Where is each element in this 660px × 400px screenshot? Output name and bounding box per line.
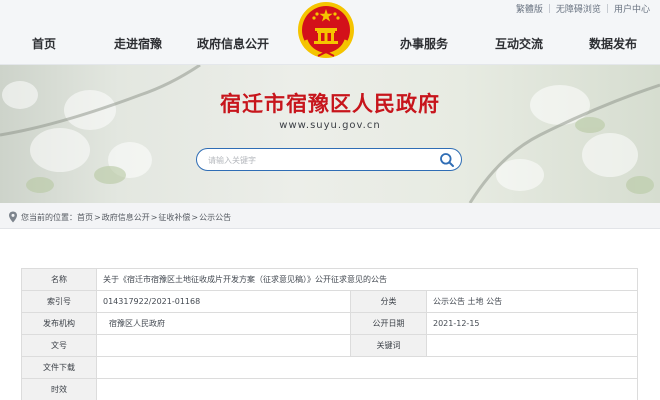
utility-links: 繁體版 | 无障碍浏览 | 用户中心	[516, 2, 650, 16]
document-info-table: 名称 关于《宿迁市宿豫区土地征收成片开发方案（征求意见稿）》公开征求意见的公告 …	[21, 268, 638, 400]
validity-value	[96, 378, 638, 400]
search-box	[196, 148, 462, 171]
separator: |	[605, 3, 609, 14]
national-emblem-icon[interactable]	[296, 0, 356, 60]
traditional-chinese-link[interactable]: 繁體版	[516, 2, 543, 15]
category-value: 公示公告 土地 公告	[426, 290, 638, 313]
breadcrumb-separator: >	[94, 212, 101, 222]
table-row: 发布机构 宿豫区人民政府 公开日期 2021-12-15	[21, 312, 638, 335]
nav-interaction[interactable]: 互动交流	[495, 35, 543, 52]
agency-value: 宿豫区人民政府	[96, 312, 351, 335]
agency-label: 发布机构	[21, 312, 97, 335]
breadcrumb: 您当前的位置： 首页 > 政府信息公开 > 征收补偿 > 公示公告	[8, 211, 231, 223]
breadcrumb-compensation[interactable]: 征收补偿	[158, 212, 190, 223]
table-row: 文件下载	[21, 356, 638, 379]
validity-label: 时效	[21, 378, 97, 400]
index-label: 索引号	[21, 290, 97, 313]
nav-data-release[interactable]: 数据发布	[589, 35, 637, 52]
date-label: 公开日期	[350, 312, 427, 335]
breadcrumb-announcement[interactable]: 公示公告	[199, 212, 231, 223]
name-value: 关于《宿迁市宿豫区土地征收成片开发方案（征求意见稿）》公开征求意见的公告	[96, 268, 638, 291]
name-label: 名称	[21, 268, 97, 291]
breadcrumb-home[interactable]: 首页	[77, 212, 93, 223]
accessibility-link[interactable]: 无障碍浏览	[556, 2, 601, 15]
user-center-link[interactable]: 用户中心	[614, 2, 650, 15]
search-input[interactable]	[208, 153, 428, 167]
location-pin-icon	[9, 211, 17, 223]
header-banner: 宿迁市宿豫区人民政府 www.suyu.gov.cn	[0, 65, 660, 203]
breadcrumb-label: 您当前的位置：	[21, 212, 77, 222]
search-icon[interactable]	[439, 152, 455, 168]
keywords-value	[426, 334, 638, 357]
date-value: 2021-12-15	[426, 312, 638, 335]
breadcrumb-separator: >	[150, 212, 158, 222]
table-row: 索引号 014317922/2021-01168 分类 公示公告 土地 公告	[21, 290, 638, 313]
breadcrumb-bar: 您当前的位置： 首页 > 政府信息公开 > 征收补偿 > 公示公告	[0, 203, 660, 229]
nav-home[interactable]: 首页	[32, 35, 56, 52]
nav-services[interactable]: 办事服务	[400, 35, 448, 52]
table-row: 名称 关于《宿迁市宿豫区土地征收成片开发方案（征求意见稿）》公开征求意见的公告	[21, 268, 638, 291]
keywords-label: 关键词	[350, 334, 427, 357]
docno-label: 文号	[21, 334, 97, 357]
table-row: 文号 关键词	[21, 334, 638, 357]
table-row: 时效	[21, 378, 638, 400]
download-value[interactable]	[96, 356, 638, 379]
nav-about-suyu[interactable]: 走进宿豫	[114, 35, 162, 52]
nav-gov-info-disclosure[interactable]: 政府信息公开	[197, 35, 269, 52]
site-url: www.suyu.gov.cn	[279, 120, 381, 131]
site-title: 宿迁市宿豫区人民政府	[220, 91, 440, 116]
category-label: 分类	[350, 290, 427, 313]
docno-value	[96, 334, 351, 357]
breadcrumb-gov-info[interactable]: 政府信息公开	[102, 212, 150, 223]
breadcrumb-separator: >	[191, 212, 199, 222]
index-value: 014317922/2021-01168	[96, 290, 351, 313]
separator: |	[547, 3, 551, 14]
content-spacer	[0, 229, 660, 268]
blossom-background	[0, 65, 660, 203]
download-label: 文件下载	[21, 356, 97, 379]
